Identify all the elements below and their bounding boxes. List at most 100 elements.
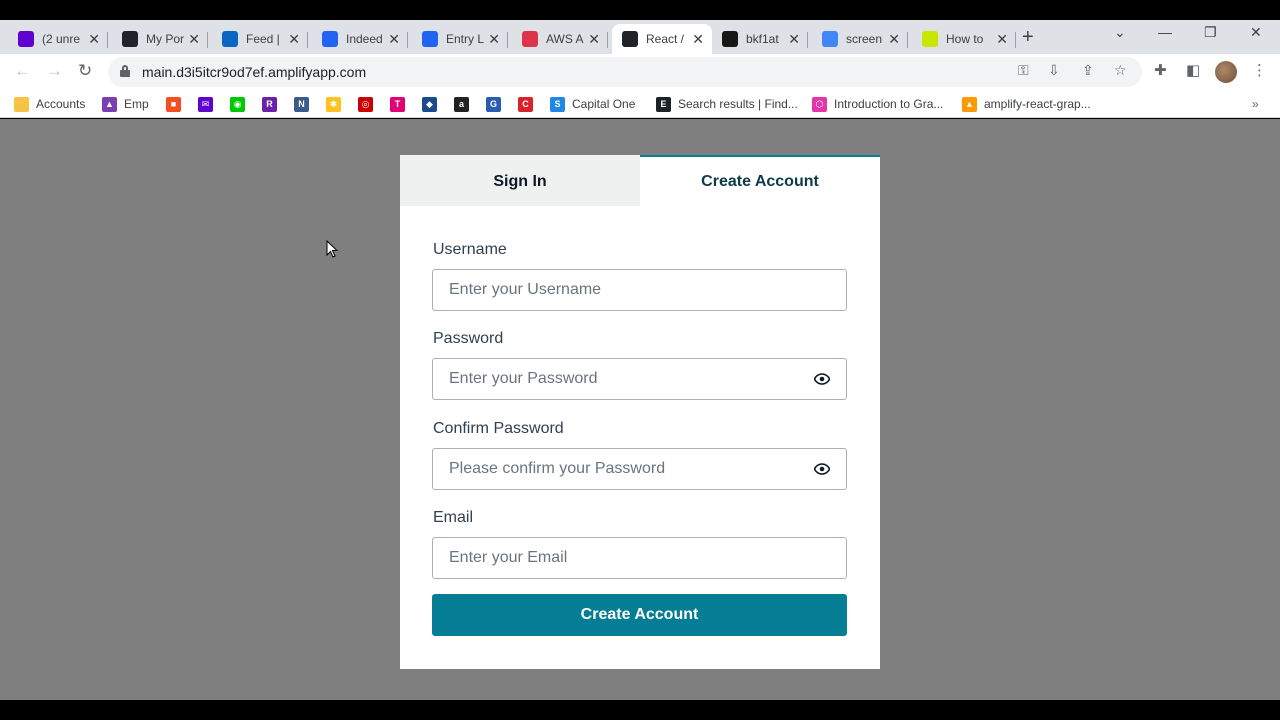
side-panel-icon[interactable]: ◧	[1186, 61, 1200, 79]
walmart-icon: ✱	[326, 96, 341, 112]
install-icon[interactable]: ⇩	[1048, 62, 1060, 79]
r-icon: R	[262, 96, 277, 112]
close-tab-icon[interactable]: ✕	[888, 31, 900, 48]
tab-search-icon[interactable]: ⌄	[1114, 24, 1126, 41]
bookmark-item[interactable]: ◆	[422, 96, 444, 112]
bookmark-item[interactable]: ■	[166, 96, 188, 112]
address-bar[interactable]: main.d3i5itcr9od7ef.amplifyapp.com ⚿ ⇩ ⇪…	[108, 57, 1142, 87]
password-input[interactable]	[433, 359, 797, 399]
bookmark-star-icon[interactable]: ☆	[1114, 62, 1127, 79]
n-icon: N	[294, 96, 309, 112]
github-icon	[722, 31, 738, 47]
menu-icon[interactable]: ⋮	[1252, 61, 1267, 79]
indeed-icon	[422, 31, 438, 47]
bank-icon: ◆	[422, 96, 437, 112]
create-account-button[interactable]: Create Account	[432, 594, 847, 636]
robinhood-icon: ◉	[230, 96, 245, 112]
close-tab-icon[interactable]: ✕	[88, 31, 100, 48]
bookmark-label: amplify-react-grap...	[984, 97, 1091, 111]
bookmark-item[interactable]: N	[294, 96, 316, 112]
show-confirm-password-button[interactable]	[797, 448, 847, 490]
tab-strip: (2 unre ✕ My Por ✕ Feed | ✕ Indeed ✕ Entry L ✕ AWS…	[0, 20, 1280, 54]
target-icon: ◎	[358, 96, 373, 112]
browser-tab[interactable]: bkf1at ✕	[712, 24, 808, 54]
bookmark-item[interactable]: ✉	[198, 96, 220, 112]
page-content: Sign In Create Account Username Password…	[0, 119, 1280, 700]
password-label: Password	[433, 330, 504, 347]
browser-tab[interactable]: Feed | ✕	[212, 24, 308, 54]
bookmark-item[interactable]: ✱	[326, 96, 348, 112]
key-icon[interactable]: ⚿	[1018, 62, 1029, 79]
password-field-box	[432, 358, 798, 400]
bt-icon	[922, 31, 938, 47]
bookmark-item[interactable]: G	[486, 96, 508, 112]
bookmark-item[interactable]: a	[454, 96, 476, 112]
browser-tab[interactable]: (2 unre ✕	[8, 24, 108, 54]
close-tab-icon[interactable]: ✕	[996, 31, 1008, 48]
browser-tab[interactable]: AWS A ✕	[512, 24, 608, 54]
bookmark-item[interactable]: S Capital One	[550, 96, 635, 112]
tab-label: (2 unre	[42, 32, 80, 46]
close-window-icon[interactable]: ✕	[1250, 24, 1262, 41]
confirm-password-input[interactable]	[433, 449, 797, 489]
amplify-icon: ▲	[962, 96, 977, 112]
bookmark-item[interactable]: ▲ Emp	[102, 96, 149, 112]
close-tab-icon[interactable]: ✕	[588, 31, 600, 48]
username-field-box	[432, 269, 847, 311]
back-icon[interactable]: ←	[14, 61, 31, 81]
authenticator-card: Sign In Create Account Username Password…	[400, 155, 880, 669]
aws-icon	[522, 31, 538, 47]
reload-icon[interactable]: ↻	[78, 61, 92, 81]
bookmark-item[interactable]: R	[262, 96, 284, 112]
minimize-icon[interactable]: —	[1158, 24, 1172, 40]
bookmark-item[interactable]: ▲ amplify-react-grap...	[962, 96, 1091, 112]
close-tab-icon[interactable]: ✕	[188, 31, 200, 48]
browser-tab[interactable]: Entry L ✕	[412, 24, 508, 54]
close-tab-icon[interactable]: ✕	[388, 31, 400, 48]
forward-icon[interactable]: →	[46, 61, 63, 81]
linkedin-icon	[222, 31, 238, 47]
close-tab-icon[interactable]: ✕	[788, 31, 800, 48]
browser-tab[interactable]: screen ✕	[812, 24, 908, 54]
microsoft-icon: ■	[166, 96, 181, 112]
profile-avatar[interactable]	[1215, 61, 1237, 83]
bookmark-item[interactable]: T	[390, 96, 412, 112]
capital-one-icon: S	[550, 96, 565, 112]
browser-tab[interactable]: My Por ✕	[112, 24, 208, 54]
tab-label: Indeed	[346, 32, 383, 46]
email-input[interactable]	[433, 538, 846, 578]
bookmark-label: Search results | Find...	[678, 97, 798, 111]
close-tab-icon[interactable]: ✕	[488, 31, 500, 48]
close-tab-icon[interactable]: ✕	[692, 31, 704, 48]
show-password-button[interactable]	[797, 358, 847, 400]
bookmark-item[interactable]: C	[518, 96, 540, 112]
confirm-password-label: Confirm Password	[433, 420, 564, 437]
indeed-icon	[322, 31, 338, 47]
more-bookmarks-icon[interactable]: »	[1252, 96, 1259, 112]
graphql-icon: ⬡	[812, 96, 827, 112]
bookmark-item[interactable]: ⬡ Introduction to Gra...	[812, 96, 943, 112]
eye-icon	[813, 463, 830, 475]
lock-icon	[120, 65, 130, 77]
g-icon: G	[486, 96, 501, 112]
tab-create-account[interactable]: Create Account	[640, 155, 880, 206]
browser-tab[interactable]: How to ✕	[912, 24, 1016, 54]
extensions-icon[interactable]: ✚	[1154, 61, 1167, 79]
browser-tab[interactable]: React / ✕	[612, 24, 712, 54]
bookmark-item[interactable]: Accounts	[14, 96, 85, 112]
close-tab-icon[interactable]: ✕	[288, 31, 300, 48]
username-input[interactable]	[433, 270, 846, 310]
username-label: Username	[433, 241, 507, 258]
bookmark-item[interactable]: ◎	[358, 96, 380, 112]
browser-tab[interactable]: Indeed ✕	[312, 24, 408, 54]
url-text: main.d3i5itcr9od7ef.amplifyapp.com	[142, 64, 367, 80]
browser-toolbar: ← → ↻ main.d3i5itcr9od7ef.amplifyapp.com…	[0, 54, 1280, 90]
tab-sign-in[interactable]: Sign In	[400, 155, 640, 206]
restore-icon[interactable]: ❐	[1204, 24, 1217, 41]
bookmark-item[interactable]: E Search results | Find...	[656, 96, 798, 112]
bookmark-item[interactable]: ◉	[230, 96, 252, 112]
share-icon[interactable]: ⇪	[1082, 62, 1094, 79]
top-letterbox	[0, 0, 1280, 20]
bookmarks-bar: » Accounts ▲ Emp ■ ✉ ◉ R N ✱ ◎ T ◆ a G C S Capital One E S…	[0, 90, 1280, 118]
new-tab-icon[interactable]: +	[1022, 26, 1034, 49]
